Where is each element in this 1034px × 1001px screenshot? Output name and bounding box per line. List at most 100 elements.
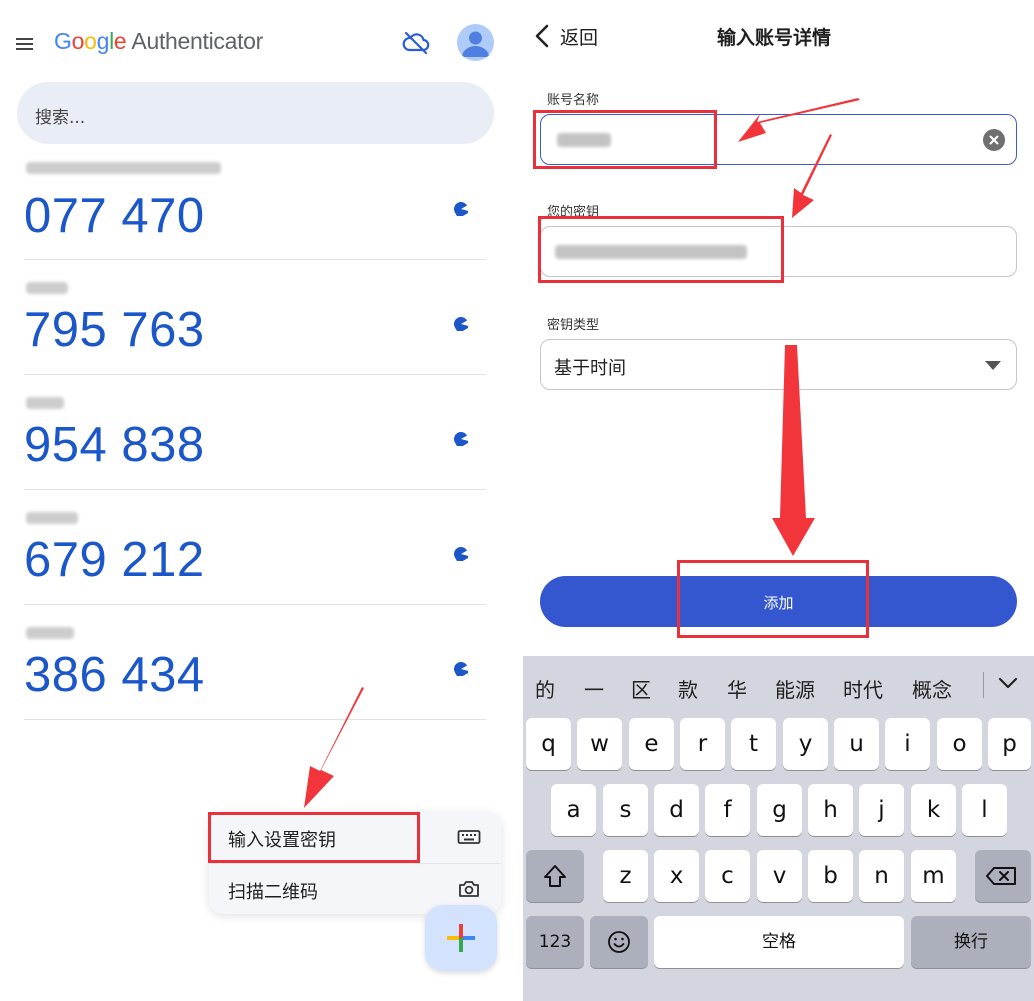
- candidate-word[interactable]: 区: [631, 674, 651, 703]
- key-r[interactable]: r: [680, 718, 725, 770]
- code-entry[interactable]: 954 838: [24, 375, 486, 490]
- key-label: s: [619, 797, 632, 823]
- key-label: 空格: [762, 932, 796, 952]
- key-u[interactable]: u: [834, 718, 879, 770]
- key-label: c: [721, 863, 734, 889]
- key-label: z: [619, 863, 632, 889]
- emoji-icon: [608, 931, 630, 953]
- account-name-redacted: [26, 627, 74, 639]
- enter-account-details-screen: 返回 输入账号详情 账号名称 您的密钥 密钥类型 基于时间 添加 的 一 区 款…: [514, 0, 1034, 1001]
- key-label: v: [772, 863, 787, 889]
- hamburger-menu-icon[interactable]: [14, 34, 36, 52]
- key-f[interactable]: f: [705, 784, 750, 836]
- key-t[interactable]: t: [731, 718, 776, 770]
- return-key[interactable]: 换行: [911, 916, 1031, 968]
- space-key[interactable]: 空格: [654, 916, 904, 968]
- add-account-fab[interactable]: [425, 905, 497, 971]
- logo-word: Authenticator: [131, 28, 264, 54]
- code-entry[interactable]: 679 212: [24, 490, 486, 605]
- candidate-word[interactable]: 一: [584, 674, 604, 703]
- account-avatar[interactable]: [457, 24, 494, 61]
- account-name-label: 账号名称: [547, 93, 600, 108]
- key-label: d: [669, 797, 684, 823]
- clear-icon[interactable]: [983, 129, 1005, 151]
- key-y[interactable]: y: [783, 718, 828, 770]
- key-x[interactable]: x: [654, 850, 699, 902]
- otp-code: 077 470: [24, 189, 205, 243]
- account-name-redacted: [26, 162, 221, 174]
- code-list: 077 470 795 763 954 838 679 212 386 434: [24, 160, 486, 720]
- key-g[interactable]: g: [757, 784, 802, 836]
- key-label: x: [669, 863, 684, 889]
- onscreen-keyboard: 的 一 区 款 华 能源 时代 概念 q w e r t y u i o p a…: [523, 656, 1034, 1001]
- countdown-timer-icon: [454, 202, 468, 216]
- code-entry[interactable]: 077 470: [24, 160, 486, 260]
- key-label: r: [697, 731, 708, 757]
- key-label: o: [952, 731, 967, 757]
- key-h[interactable]: h: [808, 784, 853, 836]
- key-w[interactable]: w: [577, 718, 622, 770]
- code-entry[interactable]: 386 434: [24, 605, 486, 720]
- key-v[interactable]: v: [757, 850, 802, 902]
- key-m[interactable]: m: [911, 850, 956, 902]
- key-l[interactable]: l: [962, 784, 1007, 836]
- candidate-word[interactable]: 时代: [843, 674, 883, 703]
- key-label: t: [748, 731, 759, 757]
- app-logo: Google Authenticator: [54, 28, 263, 55]
- key-e[interactable]: e: [629, 718, 674, 770]
- key-label: m: [922, 863, 945, 889]
- cloud-off-icon[interactable]: [402, 30, 430, 56]
- key-o[interactable]: o: [937, 718, 982, 770]
- key-label: h: [823, 797, 838, 823]
- key-label: f: [723, 797, 732, 823]
- logo-letter: o: [71, 28, 85, 54]
- code-entry[interactable]: 795 763: [24, 260, 486, 375]
- countdown-timer-icon: [454, 662, 468, 676]
- numbers-key[interactable]: 123: [526, 916, 584, 968]
- dropdown-arrow-icon: [985, 361, 1001, 370]
- logo-letter: G: [54, 28, 72, 54]
- close-icon: [989, 135, 999, 145]
- key-label: a: [566, 797, 581, 823]
- camera-icon: [459, 881, 479, 897]
- plus-icon: [447, 924, 475, 952]
- key-z[interactable]: z: [603, 850, 648, 902]
- key-d[interactable]: d: [654, 784, 699, 836]
- key-label: q: [541, 731, 556, 757]
- candidate-word[interactable]: 款: [678, 674, 698, 703]
- key-label: b: [823, 863, 838, 889]
- candidate-word[interactable]: 能源: [775, 674, 815, 703]
- highlight-box: [533, 110, 717, 169]
- emoji-key[interactable]: [590, 916, 648, 968]
- shift-key[interactable]: [526, 850, 584, 902]
- key-label: n: [874, 863, 889, 889]
- key-b[interactable]: b: [808, 850, 853, 902]
- chevron-down-icon[interactable]: [997, 676, 1019, 690]
- key-c[interactable]: c: [705, 850, 750, 902]
- key-label: 123: [538, 932, 572, 952]
- key-type-select[interactable]: 基于时间: [540, 339, 1017, 390]
- key-p[interactable]: p: [988, 718, 1031, 770]
- shift-icon: [544, 865, 566, 887]
- backspace-key[interactable]: [975, 850, 1031, 902]
- key-type-value: 基于时间: [554, 358, 626, 379]
- person-icon: [462, 31, 489, 57]
- candidate-word[interactable]: 华: [727, 674, 747, 703]
- key-a[interactable]: a: [551, 784, 596, 836]
- key-k[interactable]: k: [911, 784, 956, 836]
- otp-code: 679 212: [24, 533, 205, 587]
- key-s[interactable]: s: [603, 784, 648, 836]
- account-name-redacted: [26, 512, 78, 524]
- menu-item-label: 扫描二维码: [228, 882, 318, 903]
- key-q[interactable]: q: [526, 718, 571, 770]
- logo-letter: e: [113, 28, 127, 54]
- highlight-box: [677, 560, 869, 638]
- keyboard-icon: [457, 830, 481, 844]
- backspace-icon: [986, 867, 1016, 885]
- key-n[interactable]: n: [859, 850, 904, 902]
- search-bar[interactable]: 搜索...: [17, 82, 494, 144]
- key-j[interactable]: j: [859, 784, 904, 836]
- key-i[interactable]: i: [885, 718, 930, 770]
- candidate-word[interactable]: 的: [535, 674, 555, 703]
- candidate-word[interactable]: 概念: [912, 674, 952, 703]
